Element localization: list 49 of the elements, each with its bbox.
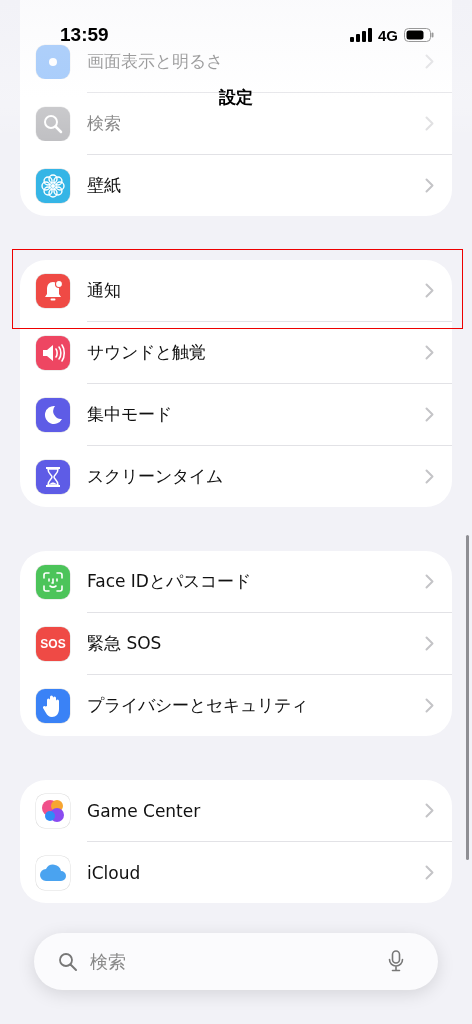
row-label: 緊急 SOS <box>87 632 162 655</box>
row-label: Game Center <box>87 800 201 821</box>
face-scan-icon <box>36 564 70 599</box>
row-label: 通知 <box>87 279 121 302</box>
row-label: 検索 <box>87 112 121 135</box>
row-label: 集中モード <box>87 403 172 426</box>
settings-row[interactable]: SOS 緊急 SOS <box>20 613 452 674</box>
chevron-icon <box>425 407 434 422</box>
speaker-icon <box>36 335 70 370</box>
chevron-icon <box>425 345 434 360</box>
bell-icon <box>36 273 70 308</box>
sos-icon: SOS <box>36 626 70 661</box>
flower-icon <box>36 168 70 203</box>
row-label: 画面表示と明るさ <box>87 50 223 73</box>
bubbles-icon <box>36 793 70 828</box>
chevron-icon <box>425 636 434 651</box>
network-type: 4G <box>378 26 398 44</box>
settings-row[interactable]: 通知 <box>20 260 452 321</box>
moon-icon <box>36 397 70 432</box>
settings-row[interactable]: Game Center <box>20 780 452 841</box>
hourglass-icon <box>36 459 70 494</box>
chevron-icon <box>425 574 434 589</box>
search-icon <box>58 952 78 972</box>
chevron-icon <box>425 698 434 713</box>
row-label: プライバシーとセキュリティ <box>87 694 308 717</box>
row-label: iCloud <box>87 862 141 883</box>
settings-row[interactable]: iCloud <box>20 842 452 903</box>
microphone-icon[interactable] <box>388 950 404 972</box>
row-label: 壁紙 <box>87 174 121 197</box>
battery-icon <box>404 28 434 42</box>
chevron-icon <box>425 469 434 484</box>
signal-icon <box>350 28 372 42</box>
settings-row[interactable]: サウンドと触覚 <box>20 322 452 383</box>
hand-icon <box>36 688 70 723</box>
row-label: Face IDとパスコード <box>87 570 251 593</box>
chevron-icon <box>425 178 434 193</box>
status-time: 13:59 <box>60 24 109 46</box>
chevron-icon <box>425 865 434 880</box>
settings-row[interactable]: スクリーンタイム <box>20 446 452 507</box>
cloud-icon <box>36 855 70 890</box>
settings-row[interactable]: 集中モード <box>20 384 452 445</box>
settings-row[interactable]: Face IDとパスコード <box>20 551 452 612</box>
settings-row[interactable]: プライバシーとセキュリティ <box>20 675 452 736</box>
chevron-icon <box>425 283 434 298</box>
row-label: スクリーンタイム <box>87 465 223 488</box>
row-label: サウンドと触覚 <box>87 341 206 364</box>
settings-row[interactable]: 壁紙 <box>20 155 452 216</box>
search-field[interactable]: 検索 <box>34 933 438 990</box>
chevron-icon <box>425 803 434 818</box>
